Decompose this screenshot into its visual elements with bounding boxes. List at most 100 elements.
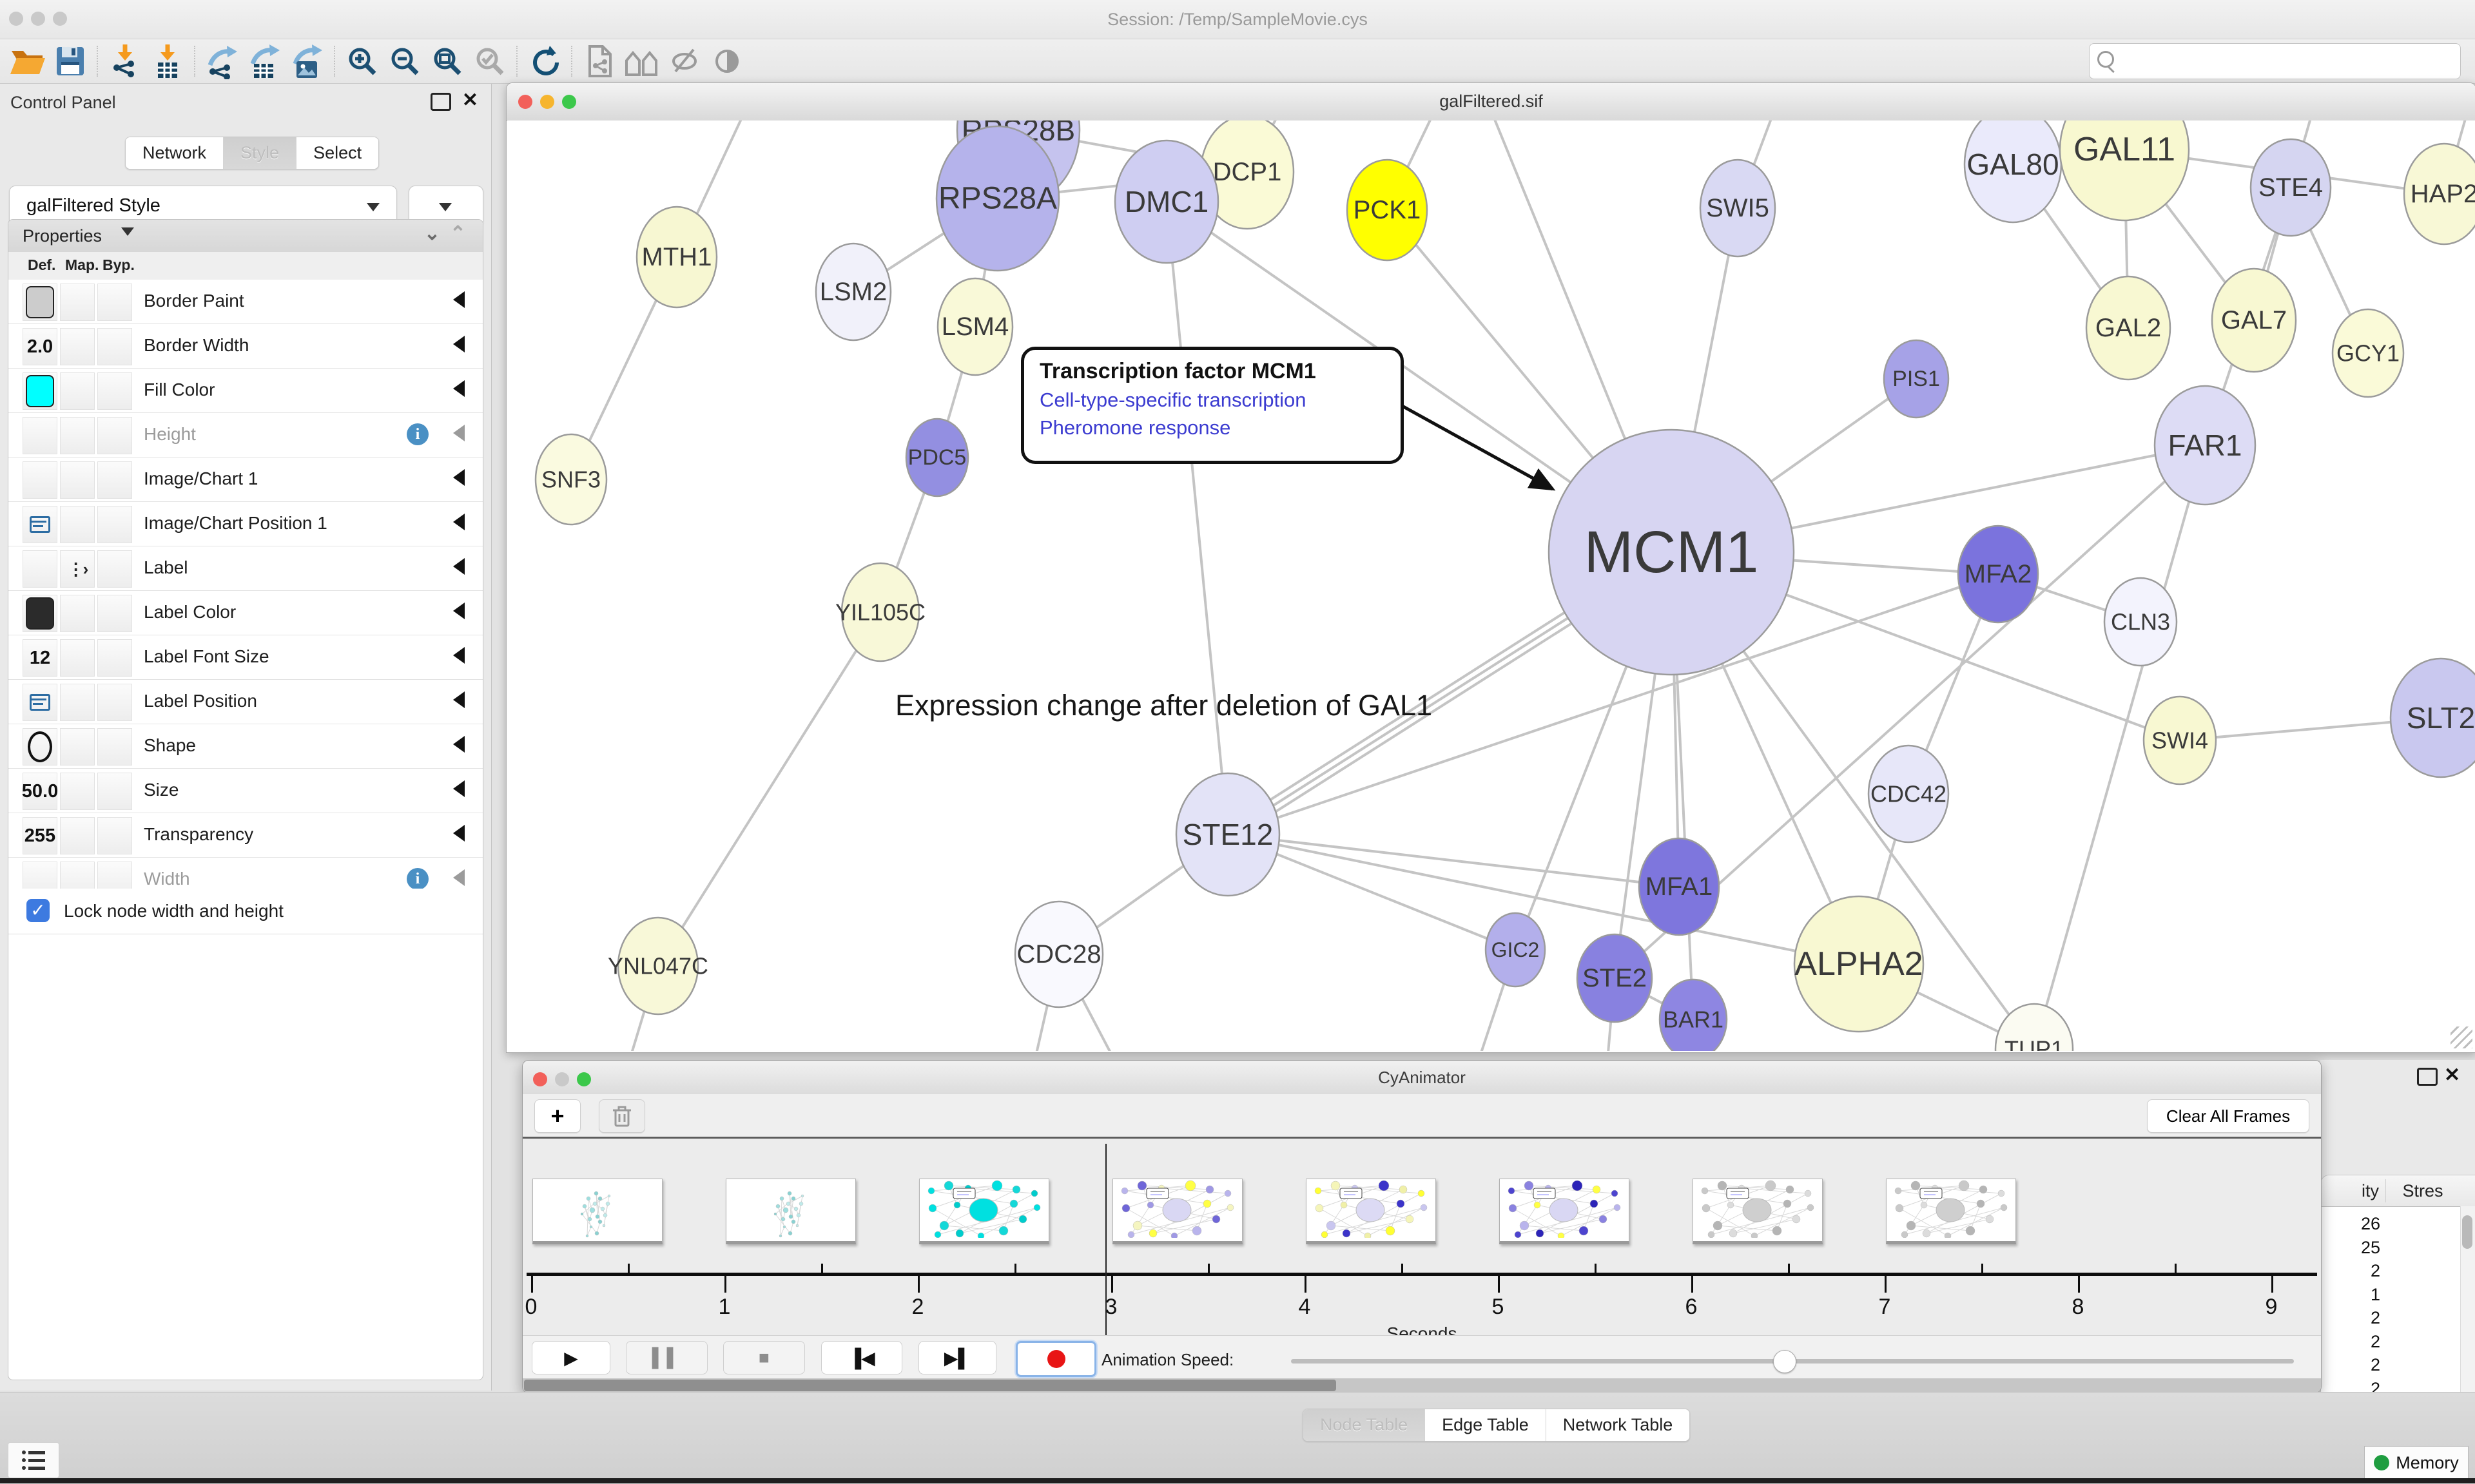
- frame-thumbnail-7[interactable]: [1886, 1179, 2016, 1244]
- table-column-stres[interactable]: Stres: [2388, 1181, 2458, 1201]
- stop-button[interactable]: ■: [723, 1341, 805, 1374]
- collapse-arrow-icon[interactable]: [453, 647, 465, 664]
- property-row-height[interactable]: Heighti: [8, 413, 483, 458]
- default-value-cell[interactable]: [23, 284, 57, 321]
- skip-to-end-button[interactable]: ▶▌: [918, 1341, 996, 1374]
- collapse-arrow-icon[interactable]: [453, 425, 465, 441]
- resize-grip[interactable]: [2451, 1026, 2472, 1048]
- default-value-cell[interactable]: [23, 506, 57, 543]
- collapse-arrow-icon[interactable]: [453, 736, 465, 753]
- properties-header[interactable]: Properties ⌄ ⌃: [8, 220, 483, 253]
- table-scrollbar-thumb[interactable]: [2462, 1215, 2472, 1249]
- property-row-border-paint[interactable]: Border Paint: [8, 280, 483, 324]
- property-row-border-width[interactable]: 2.0Border Width: [8, 324, 483, 369]
- tab-network[interactable]: Network: [126, 137, 224, 169]
- zoom-in-icon[interactable]: [341, 43, 383, 80]
- mapping-value-cell[interactable]: [60, 684, 95, 721]
- export-network-icon[interactable]: [201, 43, 244, 80]
- export-image-icon[interactable]: [286, 43, 329, 80]
- bypass-value-cell[interactable]: [97, 550, 132, 588]
- bypass-value-cell[interactable]: [97, 817, 132, 854]
- save-session-icon[interactable]: [49, 43, 92, 80]
- bypass-value-cell[interactable]: [97, 417, 132, 454]
- info-icon[interactable]: i: [407, 423, 429, 445]
- expand-all-icon[interactable]: ⌄: [424, 222, 440, 245]
- zoom-out-icon[interactable]: [383, 43, 426, 80]
- collapse-all-icon[interactable]: ⌃: [450, 222, 466, 245]
- frame-thumbnail-1[interactable]: [726, 1179, 856, 1244]
- close-panel-icon[interactable]: ✕: [462, 89, 478, 111]
- group-icon[interactable]: [621, 43, 663, 80]
- column-divider[interactable]: [2385, 1179, 2386, 1202]
- record-button[interactable]: [1016, 1341, 1096, 1377]
- default-value-cell[interactable]: 2.0: [23, 328, 57, 365]
- annotation-link[interactable]: Pheromone response: [1040, 416, 1401, 439]
- play-button[interactable]: ▶: [532, 1341, 610, 1374]
- collapse-arrow-icon[interactable]: [453, 825, 465, 842]
- timeline-scrollbar-thumb[interactable]: [524, 1380, 1336, 1391]
- bypass-value-cell[interactable]: [97, 639, 132, 677]
- collapse-arrow-icon[interactable]: [453, 602, 465, 619]
- collapse-arrow-icon[interactable]: [453, 469, 465, 486]
- bypass-value-cell[interactable]: [97, 728, 132, 766]
- bypass-value-cell[interactable]: [97, 595, 132, 632]
- tab-style[interactable]: Style: [224, 137, 296, 169]
- import-network-icon[interactable]: [104, 43, 146, 80]
- memory-button[interactable]: Memory: [2364, 1446, 2469, 1479]
- collapse-arrow-icon[interactable]: [453, 336, 465, 352]
- zoom-selected-icon[interactable]: [469, 43, 511, 80]
- collapse-arrow-icon[interactable]: [453, 291, 465, 308]
- default-value-cell[interactable]: [23, 372, 57, 410]
- add-frame-button[interactable]: +: [534, 1099, 581, 1133]
- tab-node-table[interactable]: Node Table: [1303, 1409, 1425, 1441]
- playhead[interactable]: [1105, 1144, 1107, 1351]
- table-column-ity[interactable]: ity: [2321, 1181, 2379, 1201]
- mapping-value-cell[interactable]: [60, 461, 95, 499]
- animation-speed-thumb[interactable]: [1773, 1350, 1796, 1373]
- export-table-icon[interactable]: [244, 43, 286, 80]
- default-value-cell[interactable]: [23, 595, 57, 632]
- property-row-size[interactable]: 50.0Size: [8, 769, 483, 813]
- mapping-value-cell[interactable]: [60, 773, 95, 810]
- bypass-value-cell[interactable]: [97, 773, 132, 810]
- hide-glyph-icon[interactable]: [663, 43, 706, 80]
- mapping-value-cell[interactable]: [60, 372, 95, 410]
- pause-button[interactable]: ▌▌: [626, 1341, 708, 1374]
- collapse-arrow-icon[interactable]: [453, 558, 465, 575]
- bypass-value-cell[interactable]: [97, 506, 132, 543]
- collapse-arrow-icon[interactable]: [453, 869, 465, 886]
- collapse-arrow-icon[interactable]: [453, 514, 465, 530]
- search-input[interactable]: [2121, 48, 2445, 75]
- property-row-image-chart-1[interactable]: Image/Chart 1: [8, 458, 483, 502]
- mapping-value-cell[interactable]: [60, 728, 95, 766]
- default-value-cell[interactable]: [23, 461, 57, 499]
- frame-thumbnail-3[interactable]: [1112, 1179, 1243, 1244]
- collapse-arrow-icon[interactable]: [453, 380, 465, 397]
- collapse-arrow-icon[interactable]: [453, 780, 465, 797]
- mapping-value-cell[interactable]: [60, 417, 95, 454]
- clear-all-frames-button[interactable]: Clear All Frames: [2147, 1099, 2309, 1133]
- network-canvas[interactable]: RPS28BDCP1RPS28ADMC1PCK1MTH1LSM2LSM4SNF3…: [507, 120, 2475, 1051]
- default-value-cell[interactable]: [23, 417, 57, 454]
- skip-to-start-button[interactable]: ▐◀: [821, 1341, 902, 1374]
- tab-edge-table[interactable]: Edge Table: [1425, 1409, 1546, 1441]
- mapping-value-cell[interactable]: [60, 284, 95, 321]
- property-row-label-color[interactable]: Label Color: [8, 591, 483, 635]
- float-panel-icon[interactable]: [431, 93, 451, 111]
- mapping-value-cell[interactable]: [60, 817, 95, 854]
- timeline[interactable]: 0123456789 Seconds: [523, 1139, 2321, 1335]
- default-value-cell[interactable]: 50.0: [23, 773, 57, 810]
- property-row-shape[interactable]: Shape: [8, 724, 483, 769]
- mapping-value-cell[interactable]: [60, 328, 95, 365]
- bypass-value-cell[interactable]: [97, 284, 132, 321]
- default-value-cell[interactable]: 255: [23, 817, 57, 854]
- open-session-icon[interactable]: [6, 43, 49, 80]
- mapping-value-cell[interactable]: [60, 595, 95, 632]
- refresh-layout-icon[interactable]: [523, 43, 566, 80]
- close-panel-icon[interactable]: ✕: [2444, 1064, 2460, 1086]
- cyanimator-titlebar[interactable]: CyAnimator: [523, 1061, 2321, 1095]
- collapse-arrow-icon[interactable]: [453, 691, 465, 708]
- mapping-value-cell[interactable]: [60, 506, 95, 543]
- frame-thumbnail-4[interactable]: [1306, 1179, 1436, 1244]
- mapping-value-cell[interactable]: ⋮›: [60, 550, 95, 588]
